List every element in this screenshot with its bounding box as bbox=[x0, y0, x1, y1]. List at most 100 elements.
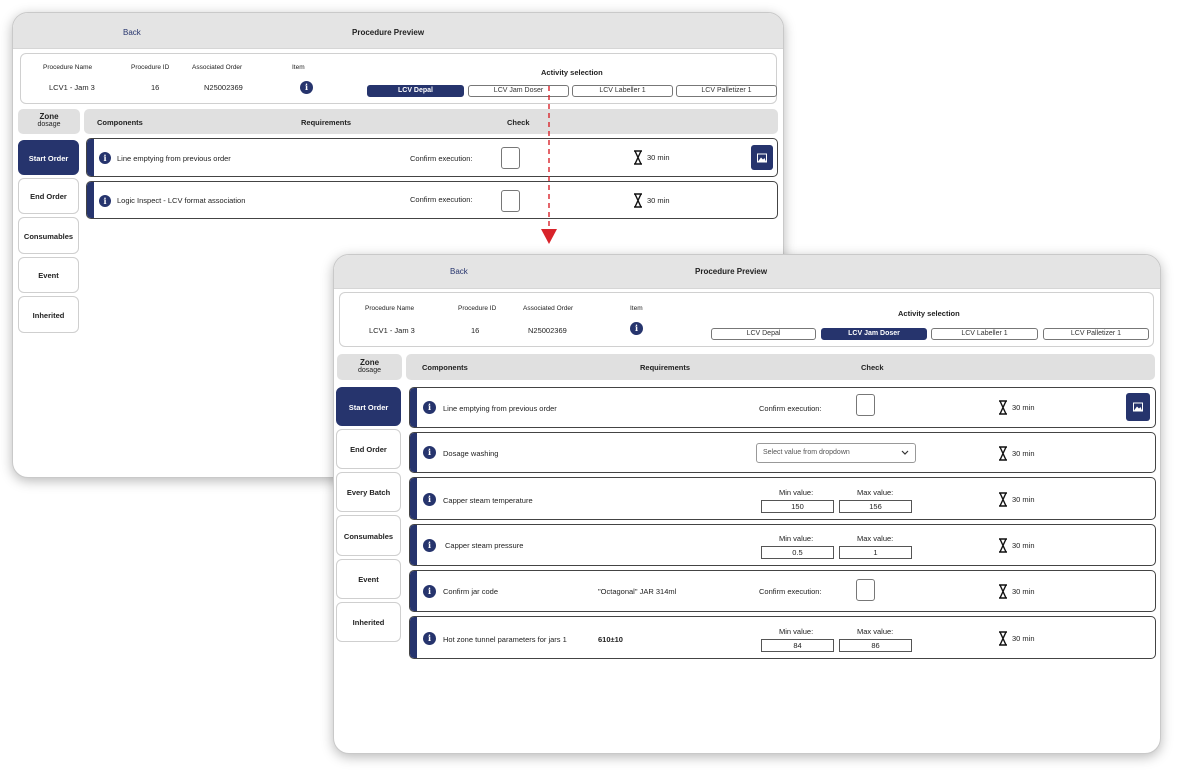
info-icon[interactable]: i bbox=[423, 585, 436, 598]
sidebar-item-event[interactable]: Event bbox=[336, 559, 401, 599]
row-name: Line emptying from previous order bbox=[117, 154, 231, 163]
requirements-header-label: Requirements bbox=[301, 118, 352, 127]
row-requirement: 610±10 bbox=[598, 635, 623, 644]
check-header-label: Check bbox=[507, 118, 530, 127]
sidebar-item-consumables[interactable]: Consumables bbox=[336, 515, 401, 556]
title-bar: Back Procedure Preview bbox=[334, 255, 1160, 289]
zone-label: Zone bbox=[359, 358, 380, 367]
item-info-icon[interactable]: i bbox=[300, 81, 313, 94]
page-title: Procedure Preview bbox=[695, 267, 768, 276]
components-header: Components Requirements Check bbox=[406, 354, 1155, 380]
sidebar-item-inherited[interactable]: Inherited bbox=[336, 602, 401, 642]
procedure-id-value: 16 bbox=[151, 83, 160, 92]
component-row: i Capper steam temperature Min value: Ma… bbox=[409, 477, 1156, 520]
associated-order-label: Associated Order bbox=[523, 305, 574, 312]
sidebar-item-event[interactable]: Event bbox=[18, 257, 79, 293]
components-header: Components Requirements Check bbox=[84, 109, 778, 134]
back-link[interactable]: Back bbox=[123, 28, 141, 37]
image-button[interactable] bbox=[751, 145, 773, 170]
sidebar-item-start-order[interactable]: Start Order bbox=[18, 140, 79, 175]
sidebar-item-end-order[interactable]: End Order bbox=[336, 429, 401, 469]
confirm-checkbox[interactable] bbox=[856, 579, 875, 601]
info-icon[interactable]: i bbox=[99, 195, 111, 207]
component-row: i Logic Inspect - LCV format association… bbox=[86, 181, 778, 219]
item-info-icon[interactable]: i bbox=[630, 322, 643, 335]
row-name: Dosage washing bbox=[443, 449, 499, 458]
component-row: i Confirm jar code "Octagonal" JAR 314ml… bbox=[409, 570, 1156, 612]
procedure-name-value: LCV1 - Jam 3 bbox=[49, 83, 95, 92]
duration-value: 30 min bbox=[1012, 449, 1035, 458]
hourglass-icon bbox=[999, 538, 1007, 553]
item-label: Item bbox=[292, 64, 305, 71]
dropdown-placeholder: Select value from dropdown bbox=[763, 449, 850, 456]
component-row: i Dosage washing Select value from dropd… bbox=[409, 432, 1156, 473]
components-header-label: Components bbox=[97, 118, 143, 127]
associated-order-value: N25002369 bbox=[204, 83, 243, 92]
info-icon[interactable]: i bbox=[423, 446, 436, 459]
page-title: Procedure Preview bbox=[352, 28, 425, 37]
confirm-checkbox[interactable] bbox=[501, 147, 520, 169]
procedure-name-value: LCV1 - Jam 3 bbox=[369, 326, 415, 335]
component-row: i Capper steam pressure Min value: Max v… bbox=[409, 524, 1156, 566]
procedure-id-label: Procedure ID bbox=[131, 64, 170, 71]
value-dropdown[interactable]: Select value from dropdown bbox=[756, 443, 916, 463]
activity-tab-lcv-labeller-1[interactable]: LCV Labeller 1 bbox=[572, 85, 673, 97]
min-value-input[interactable]: 84 bbox=[761, 639, 834, 652]
activity-selection-label: Activity selection bbox=[898, 309, 960, 318]
activity-tab-lcv-depal[interactable]: LCV Depal bbox=[711, 328, 816, 340]
image-icon bbox=[757, 153, 767, 162]
activity-tab-lcv-palletizer-1[interactable]: LCV Palletizer 1 bbox=[676, 85, 777, 97]
max-value-input[interactable]: 1 bbox=[839, 546, 912, 559]
duration-value: 30 min bbox=[647, 196, 670, 205]
confirm-checkbox[interactable] bbox=[501, 190, 520, 212]
info-icon[interactable]: i bbox=[423, 632, 436, 645]
confirm-checkbox[interactable] bbox=[856, 394, 875, 416]
activity-tab-lcv-depal[interactable]: LCV Depal bbox=[367, 85, 464, 97]
back-link[interactable]: Back bbox=[450, 267, 468, 276]
sidebar-item-inherited[interactable]: Inherited bbox=[18, 296, 79, 333]
zone-sub: dosage bbox=[37, 121, 61, 128]
sidebar-item-consumables[interactable]: Consumables bbox=[18, 217, 79, 254]
zone-box: Zone dosage bbox=[337, 354, 402, 380]
activity-tab-lcv-jam-doser[interactable]: LCV Jam Doser bbox=[468, 85, 569, 97]
hourglass-icon bbox=[634, 193, 642, 208]
image-icon bbox=[1133, 402, 1143, 412]
hourglass-icon bbox=[999, 400, 1007, 415]
info-icon[interactable]: i bbox=[423, 539, 436, 552]
procedure-name-label: Procedure Name bbox=[43, 64, 93, 71]
duration-value: 30 min bbox=[647, 153, 670, 162]
max-value-label: Max value: bbox=[857, 488, 894, 497]
requirements-header-label: Requirements bbox=[640, 363, 691, 372]
procedure-info-card: Procedure Name LCV1 - Jam 3 Procedure ID… bbox=[20, 53, 777, 104]
zone-box: Zone dosage bbox=[18, 109, 80, 134]
chevron-down-icon bbox=[901, 450, 909, 455]
procedure-preview-window-2: Back Procedure Preview Procedure Name LC… bbox=[333, 254, 1161, 754]
zone-label: Zone bbox=[39, 112, 59, 121]
title-bar: Back Procedure Preview bbox=[13, 13, 783, 49]
info-icon[interactable]: i bbox=[99, 152, 111, 164]
sidebar-item-every-batch[interactable]: Every Batch bbox=[336, 472, 401, 512]
info-icon[interactable]: i bbox=[423, 493, 436, 506]
max-value-label: Max value: bbox=[857, 627, 894, 636]
activity-tab-lcv-jam-doser[interactable]: LCV Jam Doser bbox=[821, 328, 927, 340]
components-header-label: Components bbox=[422, 363, 468, 372]
sidebar-item-start-order[interactable]: Start Order bbox=[336, 387, 401, 426]
sidebar-item-end-order[interactable]: End Order bbox=[18, 178, 79, 214]
procedure-name-label: Procedure Name bbox=[365, 305, 415, 312]
hourglass-icon bbox=[999, 446, 1007, 461]
min-value-label: Min value: bbox=[779, 488, 814, 497]
hourglass-icon bbox=[634, 150, 642, 165]
info-icon[interactable]: i bbox=[423, 401, 436, 414]
max-value-input[interactable]: 86 bbox=[839, 639, 912, 652]
activity-tab-lcv-palletizer-1[interactable]: LCV Palletizer 1 bbox=[1043, 328, 1149, 340]
row-name: Line emptying from previous order bbox=[443, 404, 557, 413]
duration-value: 30 min bbox=[1012, 587, 1035, 596]
min-value-label: Min value: bbox=[779, 534, 814, 543]
min-value-label: Min value: bbox=[779, 627, 814, 636]
image-button[interactable] bbox=[1126, 393, 1150, 421]
max-value-input[interactable]: 156 bbox=[839, 500, 912, 513]
confirm-execution-label: Confirm execution: bbox=[759, 404, 822, 413]
activity-tab-lcv-labeller-1[interactable]: LCV Labeller 1 bbox=[931, 328, 1038, 340]
min-value-input[interactable]: 150 bbox=[761, 500, 834, 513]
min-value-input[interactable]: 0.5 bbox=[761, 546, 834, 559]
